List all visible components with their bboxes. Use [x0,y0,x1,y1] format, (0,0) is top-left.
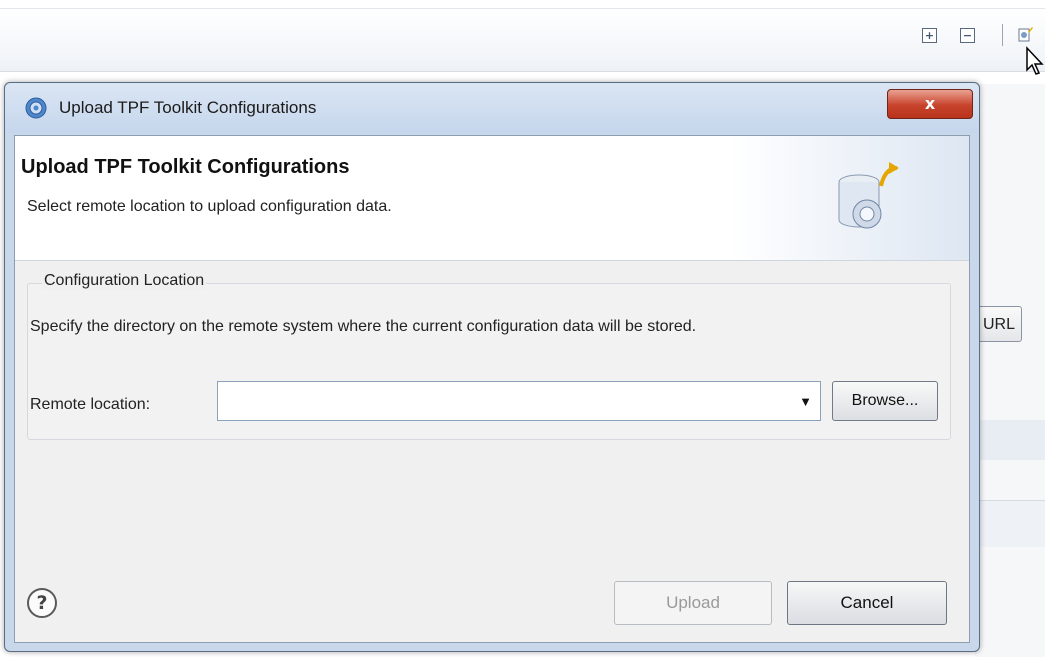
collapse-all-icon[interactable]: − [960,28,975,43]
upload-button[interactable]: Upload [614,581,772,625]
cancel-button[interactable]: Cancel [787,581,947,625]
configuration-location-group: Configuration Location Specify the direc… [27,272,951,440]
wizard-header: Upload TPF Toolkit Configurations Select… [15,136,969,261]
chevron-down-icon[interactable]: ▼ [799,394,812,409]
dialog-title-bar[interactable]: Upload TPF Toolkit Configurations x [5,83,979,133]
database-upload-icon [838,162,899,229]
group-label: Configuration Location [42,272,207,290]
configure-icon[interactable] [1018,26,1034,42]
gear-icon [25,97,47,119]
remote-location-label: Remote location: [30,396,151,413]
background-section [975,500,1045,547]
page-title: Upload TPF Toolkit Configurations [21,156,350,178]
background-toolbar [0,8,1045,72]
browse-button[interactable]: Browse... [832,381,938,421]
dialog-content: Upload TPF Toolkit Configurations Select… [14,135,970,643]
remote-location-combo[interactable]: ▼ [217,381,821,421]
help-icon[interactable]: ? [27,588,57,618]
expand-all-icon[interactable]: + [922,28,937,43]
toolbar-separator [1002,24,1003,46]
group-description: Specify the directory on the remote syst… [30,318,697,335]
background-panel [975,84,1045,657]
dialog-title: Upload TPF Toolkit Configurations [59,98,317,117]
upload-dialog: Upload TPF Toolkit Configurations x Uplo… [4,82,980,652]
page-description: Select remote location to upload configu… [27,198,392,215]
close-button[interactable]: x [887,89,973,119]
mouse-cursor-icon [1026,46,1044,75]
background-section [975,420,1045,460]
